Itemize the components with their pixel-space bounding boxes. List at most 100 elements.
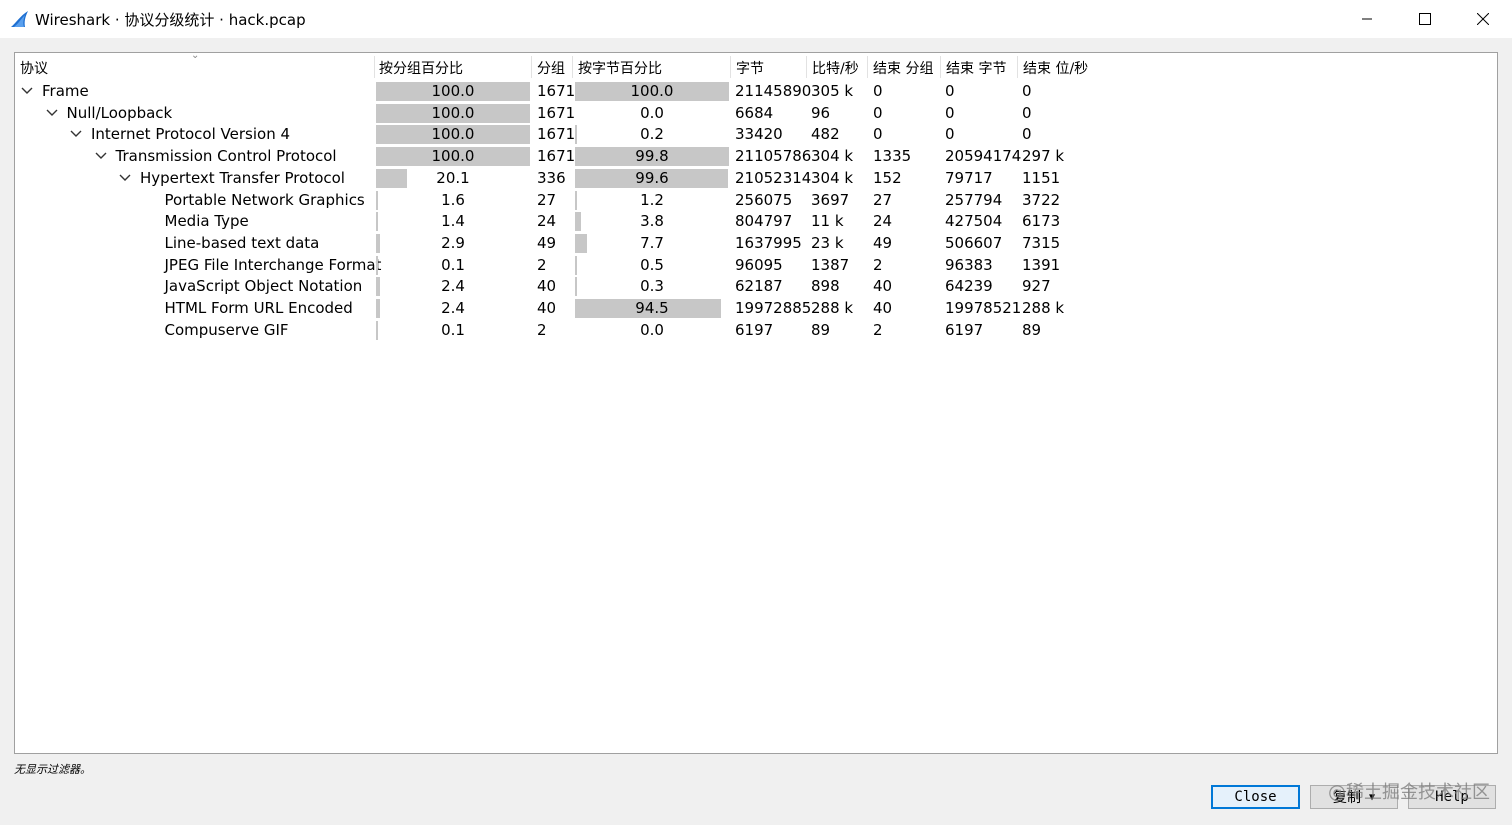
bytes-value: 21145890 — [735, 82, 812, 100]
header-pct-bytes[interactable]: 按字节百分比 — [578, 58, 662, 78]
end-packets-value: 49 — [873, 233, 893, 252]
end-packets-value: 40 — [873, 299, 893, 317]
maximize-icon — [1419, 13, 1431, 25]
chevron-down-icon[interactable] — [118, 171, 132, 185]
pct-bytes-value: 0.0 — [640, 103, 664, 122]
table-row[interactable]: Media Type 1.4 24 3.8 804797 11 k 24 427504 6173 — [15, 211, 1497, 232]
end-bits-per-sec-value: 89 — [1022, 320, 1042, 339]
bits-per-sec-value: 96 — [811, 103, 831, 122]
end-bits-per-sec-value: 288 k — [1022, 299, 1065, 317]
pct-packets-value: 2.4 — [441, 277, 465, 296]
header-bits-per-sec[interactable]: 比特/秒 — [812, 58, 859, 78]
packets-value: 2 — [537, 255, 547, 274]
header-end-bytes[interactable]: 结束 字节 — [946, 58, 1006, 78]
protocol-name: Compuserve GIF — [164, 320, 289, 339]
packets-value: 49 — [537, 233, 557, 252]
table-row[interactable]: JavaScript Object Notation 2.4 40 0.3 62187 8… — [15, 276, 1497, 297]
bits-per-sec-value: 288 k — [811, 299, 854, 317]
end-bits-per-sec-value: 7315 — [1022, 233, 1061, 252]
pct-bytes-value: 94.5 — [635, 299, 669, 317]
table-row[interactable]: Null/Loopback 100.0 1671 0.0 6684 96 0 0 0 — [15, 103, 1497, 124]
pct-packets-value: 1.4 — [441, 212, 465, 231]
end-bits-per-sec-value: 6173 — [1022, 212, 1061, 231]
pct-bytes-value: 7.7 — [640, 233, 664, 252]
end-packets-value: 152 — [873, 168, 902, 187]
filter-status-text: 无显示过滤器。 — [14, 763, 91, 776]
bits-per-sec-value: 304 k — [811, 147, 854, 166]
table-row[interactable]: Portable Network Graphics 1.6 27 1.2 256075 3… — [15, 190, 1497, 211]
header-end-bits-per-sec[interactable]: 结束 位/秒 — [1023, 58, 1088, 78]
end-packets-value: 0 — [873, 82, 883, 100]
packets-value: 1671 — [537, 147, 576, 166]
end-bytes-value: 0 — [945, 82, 955, 100]
packets-value: 1671 — [537, 82, 576, 100]
pct-packets-value: 100.0 — [431, 125, 475, 144]
end-bits-per-sec-value: 1151 — [1022, 168, 1061, 187]
watermark: @稀土掘金技术社区 — [1328, 782, 1490, 803]
protocol-name: Media Type — [164, 212, 249, 231]
end-packets-value: 2 — [873, 320, 883, 339]
table-row[interactable]: JPEG File Interchange Format 0.1 2 0.5 96095… — [15, 255, 1497, 276]
protocol-hierarchy-tree[interactable]: ⌄ 协议 按分组百分比 分组 按字节百分比 字节 比特/秒 结束 分组 结束 字… — [14, 52, 1498, 754]
end-bytes-value: 19978521 — [945, 299, 1022, 317]
table-row[interactable]: Line-based text data 2.9 49 7.7 1637995 23 k 4… — [15, 233, 1497, 254]
table-header: ⌄ 协议 按分组百分比 分组 按字节百分比 字节 比特/秒 结束 分组 结束 字… — [15, 53, 1497, 79]
packets-value: 2 — [537, 320, 547, 339]
pct-packets-value: 0.1 — [441, 320, 465, 339]
header-protocol[interactable]: 协议 — [20, 58, 48, 78]
end-packets-value: 40 — [873, 277, 893, 296]
header-bytes[interactable]: 字节 — [736, 58, 764, 78]
protocol-name: JavaScript Object Notation — [164, 277, 363, 296]
maximize-button[interactable] — [1396, 0, 1454, 38]
packets-value: 1671 — [537, 103, 576, 122]
pct-bytes-value: 0.5 — [640, 255, 664, 274]
end-bytes-value: 427504 — [945, 212, 1003, 231]
bits-per-sec-value: 898 — [811, 277, 840, 296]
pct-packets-value: 1.6 — [441, 190, 465, 209]
packets-value: 24 — [537, 212, 557, 231]
chevron-down-icon[interactable] — [94, 149, 108, 163]
bytes-value: 96095 — [735, 255, 783, 274]
table-row[interactable]: Frame 100.0 1671 100.0 21145890 305 k 0 0 0 — [15, 81, 1497, 102]
pct-bytes-value: 100.0 — [630, 82, 674, 100]
end-bytes-value: 6197 — [945, 320, 984, 339]
bits-per-sec-value: 304 k — [811, 168, 854, 187]
minimize-icon — [1362, 18, 1372, 20]
header-end-packets[interactable]: 结束 分组 — [873, 58, 933, 78]
chevron-down-icon[interactable] — [20, 84, 34, 98]
close-button[interactable]: Close — [1211, 785, 1300, 809]
end-bytes-value: 506607 — [945, 233, 1003, 252]
bits-per-sec-value: 3697 — [811, 190, 850, 209]
table-row[interactable]: HTML Form URL Encoded 2.4 40 94.5 19972885 28… — [15, 298, 1497, 319]
bytes-value: 6684 — [735, 103, 774, 122]
end-bits-per-sec-value: 927 — [1022, 277, 1051, 296]
pct-bytes-value: 1.2 — [640, 190, 664, 209]
header-pct-packets[interactable]: 按分组百分比 — [379, 58, 463, 78]
table-row[interactable]: Internet Protocol Version 4 100.0 1671 0.2 3… — [15, 124, 1497, 145]
table-row[interactable]: Hypertext Transfer Protocol 20.1 336 99.6 21… — [15, 168, 1497, 189]
bits-per-sec-value: 1387 — [811, 255, 850, 274]
bits-per-sec-value: 482 — [811, 125, 840, 144]
sort-indicator-icon: ⌄ — [191, 52, 200, 61]
pct-bytes-value: 0.3 — [640, 277, 664, 296]
header-packets[interactable]: 分组 — [537, 58, 565, 78]
end-bits-per-sec-value: 0 — [1022, 103, 1032, 122]
bytes-value: 19972885 — [735, 299, 812, 317]
end-bits-per-sec-value: 0 — [1022, 125, 1032, 144]
chevron-down-icon[interactable] — [45, 106, 59, 120]
close-icon — [1477, 13, 1489, 25]
packets-value: 40 — [537, 277, 557, 296]
chevron-down-icon[interactable] — [69, 127, 83, 141]
close-window-button[interactable] — [1454, 0, 1512, 38]
pct-bytes-value: 0.0 — [640, 320, 664, 339]
bits-per-sec-value: 89 — [811, 320, 831, 339]
bytes-value: 804797 — [735, 212, 793, 231]
end-packets-value: 2 — [873, 255, 883, 274]
pct-bytes-value: 3.8 — [640, 212, 664, 231]
table-row[interactable]: Transmission Control Protocol 100.0 1671 99… — [15, 146, 1497, 167]
minimize-button[interactable] — [1338, 0, 1396, 38]
title-bar[interactable]: Wireshark · 协议分级统计 · hack.pcap — [0, 0, 1512, 38]
window-title: Wireshark · 协议分级统计 · hack.pcap — [35, 11, 306, 29]
table-row[interactable]: Compuserve GIF 0.1 2 0.0 6197 89 2 6197 89 — [15, 320, 1497, 341]
end-bits-per-sec-value: 0 — [1022, 82, 1032, 100]
